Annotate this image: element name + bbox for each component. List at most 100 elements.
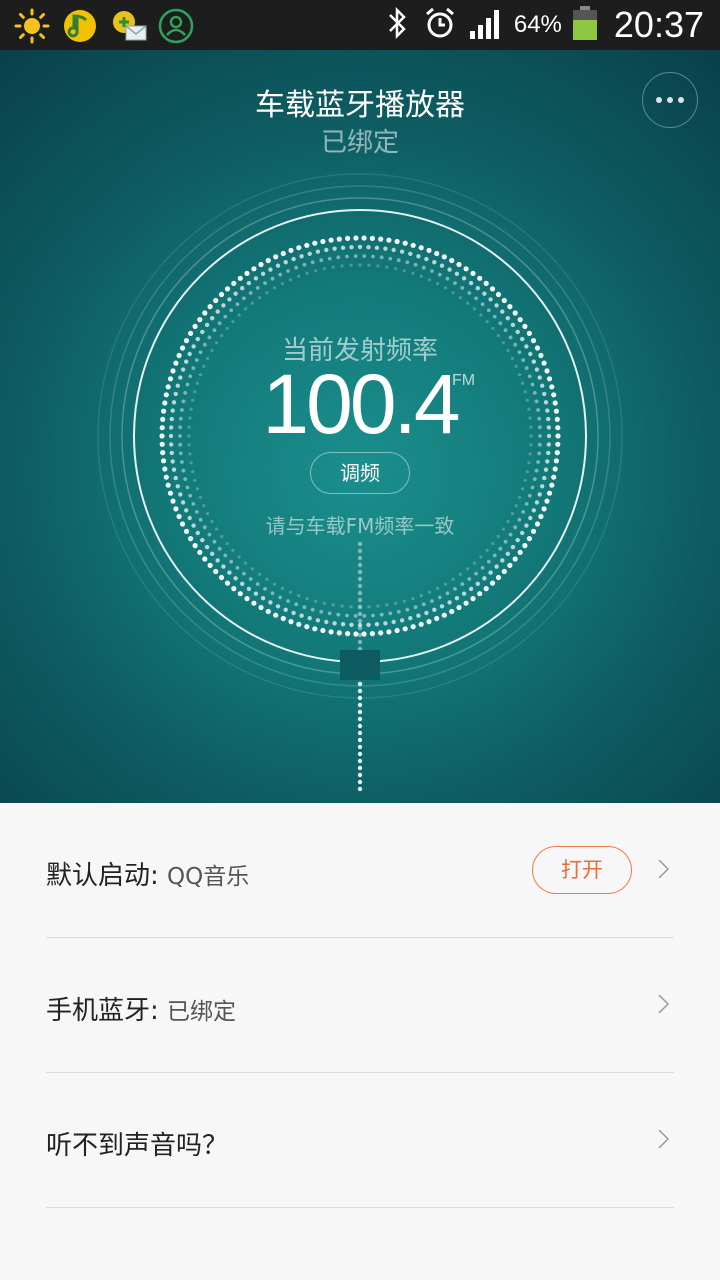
ring-dot: [488, 297, 493, 302]
ring-dot: [524, 502, 529, 506]
ring-dot: [231, 280, 237, 286]
ring-dot: [470, 596, 476, 602]
ring-dot: [248, 291, 253, 295]
ring-dot: [304, 624, 310, 630]
ring-dot: [187, 434, 191, 438]
messaging-icon: [110, 8, 147, 44]
ring-dot: [270, 591, 275, 596]
ring-dot: [405, 260, 410, 265]
ring-dot: [466, 567, 470, 571]
ring-dot: [374, 245, 380, 250]
ring-dot: [180, 460, 184, 464]
stem-dot: [357, 632, 363, 638]
ring-dot: [305, 271, 309, 275]
stem-dot: [357, 751, 363, 757]
stem-dot: [357, 716, 363, 722]
stem-dot: [357, 541, 363, 547]
ring-dot: [394, 601, 398, 605]
frequency-value: 100.4: [262, 357, 460, 451]
ring-dot: [229, 308, 234, 313]
ring-dot: [394, 267, 398, 271]
bluetooth-status-value: 已绑定: [167, 999, 237, 1025]
ring-dot: [545, 459, 550, 464]
stem-dot: [357, 758, 363, 764]
ring-dot: [399, 249, 405, 254]
no-sound-help-row[interactable]: 听不到声音吗？: [46, 1073, 674, 1208]
ring-dot: [443, 286, 448, 290]
ring-dot: [336, 630, 342, 636]
ring-dot: [229, 559, 234, 564]
ring-dot: [224, 580, 231, 586]
row-label-text: 默认启动:: [46, 861, 159, 891]
ring-dot: [235, 565, 240, 570]
ring-dot: [345, 613, 349, 618]
ring-dot: [173, 391, 178, 397]
ring-dot: [340, 622, 346, 627]
ring-dot: [320, 238, 326, 245]
ring-dot: [480, 565, 485, 570]
ring-dot: [181, 399, 186, 404]
ring-dot: [399, 618, 405, 623]
ring-dot: [193, 390, 197, 394]
default-launch-row[interactable]: 默认启动: QQ音乐 打开: [46, 803, 674, 938]
ring-dot: [456, 604, 462, 611]
ring-dot: [416, 254, 421, 259]
ring-dot: [336, 255, 341, 260]
ring-dot: [522, 323, 528, 329]
ring-dot: [554, 450, 560, 456]
ring-dot: [361, 631, 367, 637]
ring-dot: [286, 269, 290, 273]
ring-dot: [371, 254, 375, 259]
ring-dot: [501, 297, 507, 304]
ring-dot: [437, 595, 442, 600]
ring-dot: [489, 580, 496, 586]
ring-dot: [482, 576, 487, 581]
ring-dot: [537, 425, 542, 430]
ring-dot: [173, 475, 178, 481]
ring-dot: [507, 304, 513, 310]
ring-dot: [242, 296, 246, 301]
ring-dot: [463, 600, 469, 606]
ring-dot: [270, 276, 275, 281]
ring-dot: [527, 407, 531, 411]
ring-dot: [217, 546, 222, 551]
ring-dot: [250, 301, 254, 305]
ring-dot: [169, 442, 174, 447]
ring-dot: [443, 582, 448, 586]
ring-dot: [257, 296, 262, 300]
ring-dot: [467, 577, 472, 581]
ring-dot: [366, 622, 371, 627]
ring-dot: [434, 615, 440, 622]
ring-dot: [260, 271, 266, 276]
ring-dot: [495, 291, 502, 298]
ring-dot: [327, 611, 332, 616]
ring-dot: [522, 543, 528, 549]
ring-dot: [486, 559, 491, 564]
ring-dot: [244, 270, 250, 276]
ring-dot: [518, 495, 522, 499]
ring-dot: [227, 297, 232, 302]
ring-dot: [345, 254, 349, 259]
ring-dot: [189, 407, 193, 411]
ring-dot: [192, 543, 198, 549]
ring-dot: [188, 374, 193, 379]
ring-dot: [278, 272, 283, 277]
ring-dot: [255, 286, 260, 290]
ring-dot: [361, 235, 367, 241]
ring-dot: [544, 498, 550, 504]
ring-dot: [288, 619, 294, 625]
ring-dot: [376, 604, 380, 608]
ring-dot: [349, 263, 353, 267]
ring-dot: [357, 244, 363, 250]
tune-button[interactable]: 调频: [310, 452, 410, 494]
ring-dot: [273, 254, 279, 260]
open-app-button[interactable]: 打开: [532, 846, 632, 894]
ring-dot: [374, 622, 380, 627]
ring-dot: [210, 551, 215, 556]
ring-dot: [475, 581, 480, 586]
ring-dot: [549, 482, 555, 488]
ring-dot: [319, 609, 324, 614]
ring-dot: [225, 542, 229, 546]
ring-dot: [391, 619, 396, 625]
phone-bluetooth-row[interactable]: 手机蓝牙: 已绑定: [46, 938, 674, 1073]
